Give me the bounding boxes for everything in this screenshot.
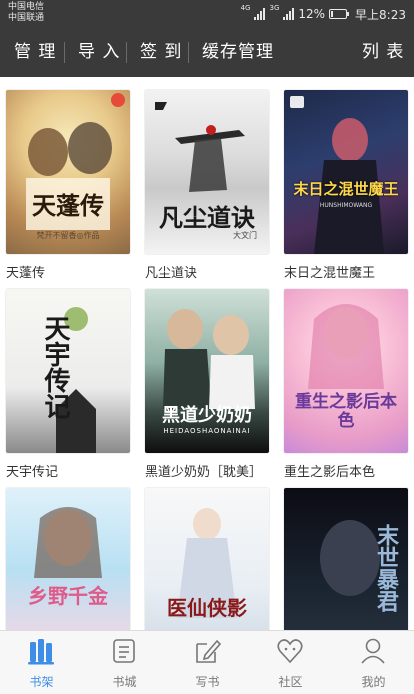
book-cover[interactable]: 天宇传记 [6,289,130,453]
profile-icon [361,638,385,664]
cover-art [290,96,384,254]
book-cover[interactable]: 重生之影后本色 [284,289,408,453]
manage-button[interactable]: 管 理 [14,28,56,77]
book-cover[interactable]: 天蓬传 梵开不留香◎作品 [6,90,130,254]
tab-bookstore[interactable]: 书城 [83,631,166,694]
book-item[interactable]: 末日之混世魔王 HUNSHIMOWANG 末日之混世魔王 [284,90,408,281]
book-cover[interactable]: 凡尘道诀 大文门 [145,90,269,254]
tab-label: 书城 [112,675,137,689]
book-cover[interactable]: 医仙侠影 [145,488,269,630]
battery-percent: 12% [298,7,326,21]
cover-subtitle: HUNSHIMOWANG [319,202,373,209]
carrier-info: 中国电信 中国联通 [8,2,44,24]
status-indicators: 4G 3G 12% 早上8:23 [240,4,406,23]
book-item[interactable]: 乡野千金 [6,488,130,630]
cover-title: 医仙侠影 [167,596,247,620]
import-button[interactable]: 导 入 [78,28,120,77]
toolbar-divider [126,42,127,63]
signal-2-icon [283,8,295,20]
community-icon [277,639,303,664]
tab-profile[interactable]: 我的 [332,631,414,694]
write-icon [196,639,221,663]
book-item[interactable]: 重生之影后本色 重生之影后本色 [284,289,408,480]
carrier-2: 中国联通 [8,13,45,23]
network-type-1: 4G [240,4,251,12]
cover-title: 黑道少奶奶 [162,405,252,426]
bottom-tab-bar: 书架 书城 写书 社区 我的 [0,630,414,694]
checkin-button[interactable]: 签 到 [140,28,182,77]
bookstore-icon [113,639,135,663]
book-cover[interactable]: 末世暴君 [284,488,408,630]
book-item[interactable]: 黑道少奶奶 HEIDAOSHAONAINAI 黑道少奶奶［耽美］ [145,289,269,480]
cover-title: 末世暴君 [373,524,399,612]
cover-author: 梵开不留香◎作品 [36,231,100,240]
book-title[interactable]: 天蓬传 [6,262,130,281]
book-item[interactable]: 凡尘道诀 大文门 凡尘道诀 [145,90,269,281]
tab-write[interactable]: 写书 [166,631,249,694]
tab-label: 书架 [29,675,54,689]
book-item[interactable]: 末世暴君 [284,488,408,630]
carrier-1: 中国电信 [8,2,45,12]
book-cover[interactable]: 末日之混世魔王 HUNSHIMOWANG [284,90,408,254]
toolbar-divider [188,42,189,63]
cover-title: 天蓬传 [32,191,104,220]
book-title[interactable]: 末日之混世魔王 [284,262,408,281]
tab-label: 社区 [278,675,303,689]
cover-title: 凡尘道诀 [159,203,255,232]
book-title[interactable]: 黑道少奶奶［耽美］ [145,461,269,480]
status-bar: 中国电信 中国联通 4G 3G 12% 早上8:23 [0,0,414,28]
cover-subtitle: HEIDAOSHAONAINAI [163,427,251,435]
signal-1-icon [254,8,266,20]
top-toolbar: 管 理 导 入 签 到 缓存管理 列 表 [0,28,414,77]
cover-title: 末日之混世魔王 [293,180,399,198]
cache-manage-button[interactable]: 缓存管理 [202,28,274,77]
book-title[interactable]: 天宇传记 [6,461,130,480]
battery-icon [329,9,350,19]
book-cover[interactable]: 乡野千金 [6,488,130,630]
network-type-2: 3G [269,4,280,12]
clock: 早上8:23 [355,7,406,22]
cover-author: 大文门 [233,231,257,240]
tab-community[interactable]: 社区 [249,631,332,694]
book-item[interactable]: 天宇传记 天宇传记 [6,289,130,480]
tab-bookshelf[interactable]: 书架 [0,631,83,694]
list-view-button[interactable]: 列 表 [362,28,404,77]
book-item[interactable]: 医仙侠影 [145,488,269,630]
book-title[interactable]: 重生之影后本色 [284,461,408,480]
toolbar-divider [64,42,65,63]
cover-title: 乡野千金 [28,584,108,608]
bookshelf-grid: 天蓬传 梵开不留香◎作品 天蓬传 凡尘道诀 大文门 凡尘道诀 末日之混世魔王 H… [0,77,414,630]
book-cover[interactable]: 黑道少奶奶 HEIDAOSHAONAINAI [145,289,269,453]
cover-title: 重生之影后本色 [295,392,397,431]
tab-label: 我的 [361,675,386,689]
bookshelf-icon [28,639,54,665]
tab-label: 写书 [195,675,220,689]
book-title[interactable]: 凡尘道诀 [145,262,269,281]
cover-title: 天宇传记 [40,315,70,419]
book-item[interactable]: 天蓬传 梵开不留香◎作品 天蓬传 [6,90,130,281]
